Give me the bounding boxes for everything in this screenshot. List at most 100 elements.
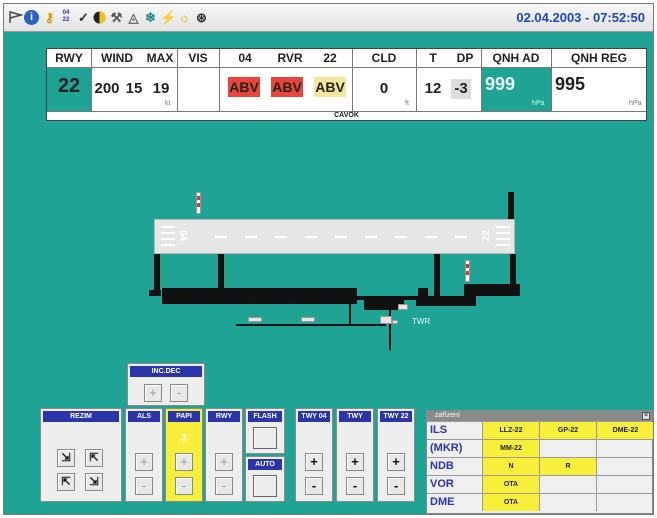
wind-sock-icon[interactable]: [8, 10, 24, 25]
taxiway-b[interactable]: [218, 254, 224, 292]
rwy-plus-button[interactable]: +: [215, 453, 233, 471]
runway-number-22: 22: [481, 229, 493, 242]
status-cell[interactable]: [596, 440, 653, 457]
check-icon[interactable]: ✓: [76, 10, 91, 25]
twy22-plus-button[interactable]: +: [387, 453, 405, 471]
lamp-icon[interactable]: ⊛: [194, 10, 209, 25]
arrow-down-left-icon[interactable]: ⇲: [57, 449, 75, 467]
status-cell[interactable]: [539, 440, 596, 457]
incdec-title: INC.DEC: [130, 366, 202, 377]
rvr-mid: ABV: [271, 77, 303, 97]
flash-toggle-button[interactable]: [253, 427, 277, 449]
papi-plus-button[interactable]: +: [175, 453, 193, 471]
twy-panel: TWY + -: [336, 408, 374, 502]
papi-bar-04[interactable]: [196, 192, 201, 214]
header-vis: VIS: [188, 51, 208, 65]
rvr-22: ABV: [314, 77, 346, 97]
taxiway-d[interactable]: [510, 254, 516, 289]
status-cell[interactable]: DME-22: [596, 422, 653, 439]
wind-unit: kt: [165, 100, 171, 107]
header-max: MAX: [146, 51, 174, 65]
sun-icon[interactable]: ☼: [177, 10, 192, 25]
auto-title: AUTO: [248, 459, 282, 470]
flash-panel: FLASH: [245, 408, 285, 454]
arrow-up-right-icon[interactable]: ⇲: [85, 473, 103, 491]
toolbar: i ⚷ 04 22 ✓ ⚒ ◬ ❄ ⚡ ☼ ⊛ 02.04.2003 - 07:…: [4, 4, 653, 32]
runway-pair-icon[interactable]: 04 22: [59, 10, 73, 25]
equipment-row-dme: DME OTA: [427, 493, 652, 511]
equipment-row-mkr: (MKR) MM-22: [427, 439, 652, 457]
twy22-panel: TWY 22 + -: [377, 408, 415, 502]
header-qnh-reg: QNH REG: [570, 51, 627, 65]
incdec-plus-button[interactable]: +: [144, 384, 162, 402]
status-cell[interactable]: N: [482, 458, 539, 475]
status-cell[interactable]: LLZ-22: [482, 422, 539, 439]
row-label: (MKR): [430, 442, 463, 454]
equipment-row-ils: ILS LLZ-22 GP-22 DME-22: [427, 421, 653, 439]
papi-title: PAPI: [168, 411, 200, 422]
equipment-row-ndb: NDB N R: [427, 457, 652, 475]
lightning-icon[interactable]: ⚡: [160, 10, 176, 25]
header-dewpoint: DP: [456, 51, 474, 65]
tools-icon[interactable]: ⚒: [109, 10, 124, 25]
papi-panel: PAPI 3 + -: [165, 408, 203, 502]
compass-icon[interactable]: ◬: [126, 10, 141, 25]
twy04-plus-button[interactable]: +: [305, 453, 323, 471]
datetime: 02.04.2003 - 07:52:50: [516, 10, 645, 25]
wind-direction: 200: [94, 80, 120, 97]
runway[interactable]: 04 22: [154, 219, 515, 254]
qnh-reg: 995: [555, 74, 586, 94]
status-cell[interactable]: GP-22: [539, 422, 596, 439]
active-runway: 22: [57, 75, 81, 97]
status-cell[interactable]: OTA: [482, 476, 539, 493]
close-icon[interactable]: ×: [642, 412, 650, 420]
papi-minus-button[interactable]: -: [175, 477, 193, 495]
als-title: ALS: [128, 411, 160, 422]
status-cell[interactable]: [596, 476, 653, 493]
snow-icon[interactable]: ❄: [143, 10, 158, 25]
status-cell[interactable]: MM-22: [482, 440, 539, 457]
auto-panel: AUTO: [245, 456, 285, 502]
apron-east[interactable]: [416, 296, 476, 306]
day-night-icon[interactable]: [92, 10, 107, 25]
als-plus-button[interactable]: +: [135, 453, 153, 471]
arrow-down-right-icon[interactable]: ⇱: [85, 449, 103, 467]
status-cell[interactable]: R: [539, 458, 596, 475]
dewpoint: -3: [454, 80, 468, 97]
taxiway-c[interactable]: [434, 254, 440, 299]
status-cell[interactable]: [539, 494, 596, 511]
row-label: NDB: [430, 460, 454, 472]
twy-minus-button[interactable]: -: [346, 477, 364, 495]
status-cell[interactable]: [539, 476, 596, 493]
info-icon[interactable]: i: [24, 10, 39, 25]
equipment-title: zařízení: [427, 411, 652, 421]
status-cell[interactable]: OTA: [482, 494, 539, 511]
key-icon[interactable]: ⚷: [42, 10, 57, 25]
twy-plus-button[interactable]: +: [346, 453, 364, 471]
status-cell[interactable]: [596, 458, 653, 475]
row-label: ILS: [430, 424, 448, 436]
twy04-minus-button[interactable]: -: [305, 477, 323, 495]
qnh-ad-unit: hPa: [532, 100, 545, 107]
qnh-reg-unit: hPa: [629, 100, 642, 107]
rwy-title: RWY: [208, 411, 240, 422]
status-cell[interactable]: [596, 494, 653, 511]
auto-toggle-button[interactable]: [253, 475, 277, 497]
incdec-panel: INC.DEC + -: [127, 363, 205, 406]
equipment-panel: zařízení × ILS LLZ-22 GP-22 DME-22 (MKR)…: [426, 410, 653, 514]
twy22-minus-button[interactable]: -: [387, 477, 405, 495]
als-panel: ALS + -: [125, 408, 163, 502]
header-rvr-04: 04: [238, 51, 252, 65]
weather-table: RWY WIND MAX VIS 04 RVR 22 CLD T DP QNH …: [46, 48, 647, 121]
incdec-minus-button[interactable]: -: [170, 384, 188, 402]
header-rvr: RVR: [277, 51, 303, 65]
rvr-04: ABV: [228, 77, 260, 97]
als-minus-button[interactable]: -: [135, 477, 153, 495]
papi-level: 3: [181, 433, 187, 444]
rwy-minus-button[interactable]: -: [215, 477, 233, 495]
qnh-ad: 999: [485, 74, 516, 94]
cavok-label: CAVOK: [334, 112, 359, 119]
arrow-up-left-icon[interactable]: ⇱: [57, 473, 75, 491]
header-rvr-22: 22: [323, 51, 337, 65]
papi-bar-22[interactable]: [465, 260, 470, 282]
